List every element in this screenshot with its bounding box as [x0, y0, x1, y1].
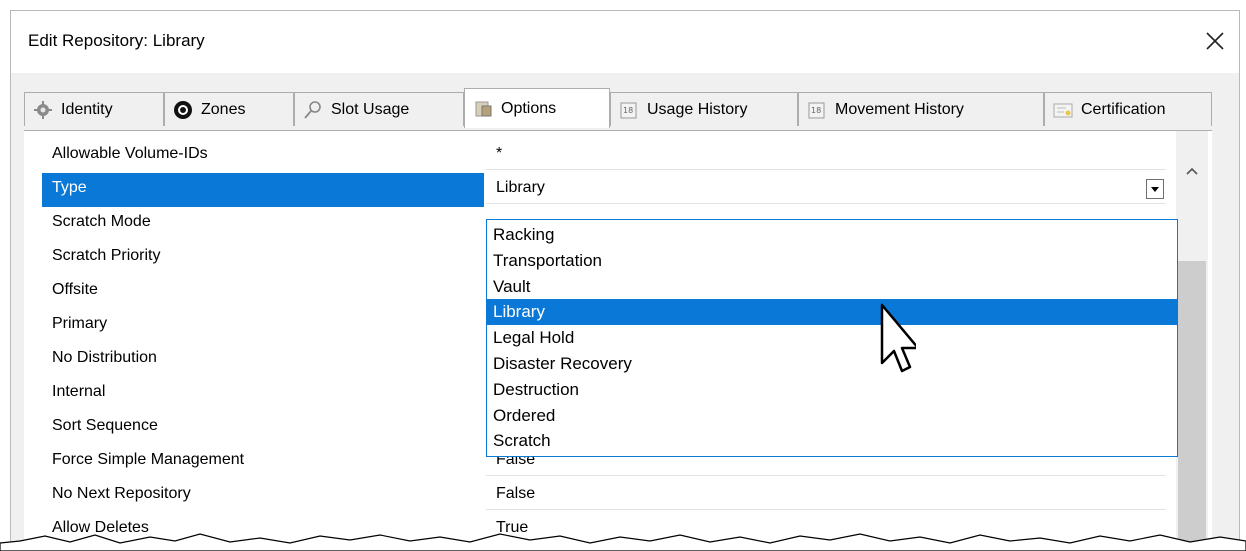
- dropdown-option[interactable]: Vault: [487, 274, 1177, 300]
- property-name: Force Simple Management: [52, 451, 245, 468]
- calendar-icon: 18: [808, 102, 825, 118]
- vertical-scrollbar[interactable]: [1176, 131, 1208, 542]
- magnifier-icon: [304, 100, 321, 119]
- tab-strip: Identity Zones Slot Usage Options 18 Usa…: [24, 88, 1234, 132]
- dropdown-option[interactable]: Transportation: [487, 248, 1177, 274]
- property-name: Scratch Mode: [52, 213, 151, 230]
- calendar-icon: 18: [620, 102, 637, 118]
- svg-text:18: 18: [623, 106, 633, 115]
- torn-edge: [0, 533, 1246, 551]
- tab-label: Movement History: [835, 100, 964, 118]
- tab-options[interactable]: Options: [464, 88, 610, 128]
- close-icon: [1206, 32, 1224, 50]
- property-name: Offsite: [52, 281, 98, 298]
- dropdown-option[interactable]: Ordered: [487, 403, 1177, 429]
- at-sign-icon: [174, 100, 192, 119]
- property-row-type[interactable]: Type Library: [42, 173, 1166, 207]
- dropdown-option[interactable]: Legal Hold: [487, 325, 1177, 351]
- property-name: Scratch Priority: [52, 247, 161, 264]
- dialog-title: Edit Repository: Library: [28, 31, 205, 50]
- property-name: No Next Repository: [52, 485, 191, 502]
- scroll-up-button[interactable]: [1176, 155, 1208, 187]
- property-row[interactable]: Allowable Volume-IDs *: [42, 139, 1166, 173]
- property-name: Primary: [52, 315, 108, 332]
- chevron-up-icon: [1186, 167, 1198, 175]
- type-combobox[interactable]: Library: [486, 173, 1166, 204]
- type-combobox-value: Library: [496, 179, 545, 196]
- chevron-down-icon: [1151, 186, 1159, 192]
- close-button[interactable]: [1199, 25, 1231, 57]
- property-row[interactable]: No Next Repository False: [42, 479, 1166, 513]
- dropdown-button[interactable]: [1146, 179, 1164, 199]
- tab-label: Usage History: [647, 100, 748, 118]
- property-value[interactable]: False: [486, 479, 1166, 510]
- tab-label: Slot Usage: [331, 100, 410, 118]
- property-name: Sort Sequence: [52, 417, 158, 434]
- gear-icon: [34, 100, 52, 119]
- tab-identity[interactable]: Identity: [24, 92, 164, 126]
- tab-movement-history[interactable]: 18 Movement History: [798, 92, 1044, 126]
- dropdown-option[interactable]: Racking: [487, 222, 1177, 248]
- tab-label: Identity: [61, 100, 113, 118]
- svg-text:18: 18: [811, 106, 821, 115]
- property-value[interactable]: *: [486, 139, 1166, 170]
- property-name: Internal: [52, 383, 106, 400]
- dropdown-option-selected[interactable]: Library: [487, 299, 1177, 326]
- property-name: Allowable Volume-IDs: [52, 145, 208, 162]
- dropdown-option[interactable]: Scratch: [487, 428, 1177, 454]
- scroll-thumb[interactable]: [1178, 261, 1206, 542]
- tab-zones[interactable]: Zones: [164, 92, 294, 126]
- tab-label: Options: [501, 99, 557, 117]
- tab-label: Certification: [1081, 100, 1166, 118]
- certificate-icon: [1053, 103, 1073, 117]
- tab-slot-usage[interactable]: Slot Usage: [294, 92, 464, 126]
- tab-label: Zones: [201, 100, 246, 118]
- mouse-pointer-icon: [880, 303, 916, 373]
- dropdown-option[interactable]: Disaster Recovery: [487, 351, 1177, 377]
- dropdown-option[interactable]: Destruction: [487, 377, 1177, 403]
- type-dropdown-list[interactable]: Racking Transportation Vault Library Leg…: [486, 219, 1178, 457]
- tab-usage-history[interactable]: 18 Usage History: [610, 92, 798, 126]
- property-name: No Distribution: [52, 349, 157, 366]
- property-name: Type: [42, 173, 484, 207]
- tab-certification[interactable]: Certification: [1044, 92, 1212, 126]
- title-bar: Edit Repository: Library: [11, 11, 1239, 73]
- options-icon: [475, 101, 492, 116]
